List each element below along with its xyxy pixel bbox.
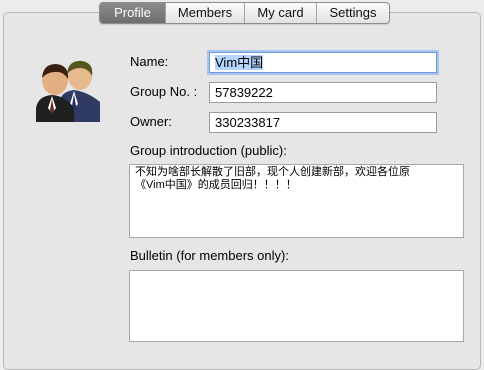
group-intro-textarea[interactable]: 不知为啥部长解散了旧部，现个人创建新部，欢迎各位原 《Vim中国》的成员回归！！… [129,164,464,238]
bulletin-textarea[interactable] [129,270,464,342]
group-people-icon [36,56,102,122]
name-field[interactable]: Vim中国 [209,52,437,73]
group-intro-line-1: 不知为啥部长解散了旧部，现个人创建新部，欢迎各位原 [135,166,410,178]
name-field-value: Vim中国 [215,55,264,70]
bulletin-label: Bulletin (for members only): [130,248,289,263]
tab-members[interactable]: Members [166,3,245,23]
group-no-field[interactable]: 57839222 [209,82,437,103]
tab-my-card[interactable]: My card [245,3,317,23]
tab-bar: Profile Members My card Settings [99,2,390,24]
group-intro-label: Group introduction (public): [130,143,287,158]
group-no-label: Group No. : [130,84,198,99]
owner-label: Owner: [130,114,172,129]
name-label: Name: [130,54,169,69]
tab-profile[interactable]: Profile [100,3,166,23]
tab-settings[interactable]: Settings [317,3,389,23]
owner-field[interactable]: 330233817 [209,112,437,133]
group-intro-line-2: 《Vim中国》的成员回归！！！！ [135,179,297,191]
